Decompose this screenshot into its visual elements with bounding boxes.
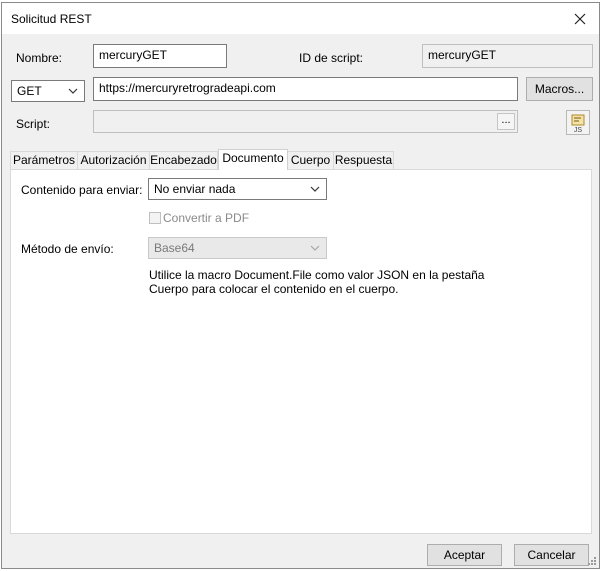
content-to-send-label: Contenido para enviar:: [21, 183, 143, 197]
http-method-value: GET: [17, 84, 42, 98]
send-method-value: Base64: [154, 241, 195, 255]
convert-pdf-checkbox[interactable]: [149, 212, 161, 224]
tab-parametros[interactable]: Parámetros: [10, 151, 78, 169]
rest-request-dialog: Solicitud REST Nombre: mercuryGET ID de …: [1, 2, 600, 569]
chevron-down-icon: [310, 186, 320, 192]
title-bar: Solicitud REST: [2, 3, 599, 34]
send-method-label: Método de envío:: [21, 242, 114, 256]
close-icon: [574, 13, 586, 25]
chevron-down-icon: [68, 88, 78, 94]
close-button[interactable]: [567, 7, 593, 31]
convert-pdf-label: Convertir a PDF: [163, 211, 250, 225]
chevron-down-icon: [310, 245, 320, 251]
name-label: Nombre:: [16, 51, 63, 65]
script-id-label: ID de script:: [299, 51, 364, 65]
macros-button[interactable]: Macros...: [526, 77, 593, 101]
browse-script-button[interactable]: ...: [497, 113, 515, 130]
tab-autorizacion[interactable]: Autorización: [77, 151, 150, 169]
document-macro-hint: Utilice la macro Document.File como valo…: [149, 268, 485, 296]
tab-documento[interactable]: Documento: [218, 149, 288, 170]
resize-grip-icon[interactable]: [587, 556, 597, 566]
content-to-send-select[interactable]: No enviar nada: [148, 178, 327, 200]
accept-button[interactable]: Aceptar: [427, 544, 502, 566]
document-tab-panel: [10, 169, 592, 534]
svg-text:JS: JS: [574, 127, 583, 133]
url-input[interactable]: https://mercuryretrogradeapi.com: [93, 77, 518, 101]
cancel-button[interactable]: Cancelar: [514, 544, 589, 566]
script-label: Script:: [16, 117, 51, 131]
content-to-send-value: No enviar nada: [154, 182, 236, 196]
send-method-select: Base64: [148, 237, 327, 259]
tab-cuerpo[interactable]: Cuerpo: [287, 151, 334, 169]
tab-respuesta[interactable]: Respuesta: [333, 151, 394, 169]
script-editor-button[interactable]: JS: [566, 110, 590, 135]
dialog-title: Solicitud REST: [11, 12, 92, 26]
tab-encabezado[interactable]: Encabezado: [149, 151, 218, 169]
http-method-select[interactable]: GET: [11, 80, 85, 102]
name-input[interactable]: mercuryGET: [93, 44, 227, 68]
script-id-field: mercuryGET: [422, 44, 593, 68]
js-script-icon: JS: [571, 114, 585, 134]
script-field: [93, 110, 518, 133]
